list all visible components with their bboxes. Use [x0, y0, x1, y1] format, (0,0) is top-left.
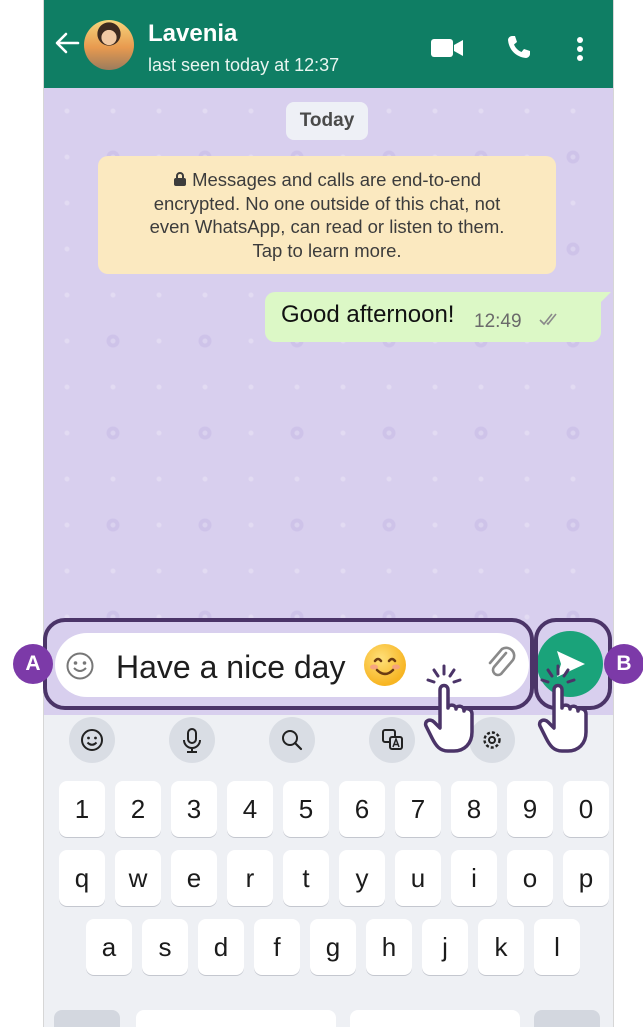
video-call-icon[interactable] [430, 38, 464, 58]
message-text: Good afternoon! [281, 301, 455, 328]
key-f[interactable]: f [254, 919, 300, 975]
key-y[interactable]: y [339, 850, 385, 906]
key-k[interactable]: k [478, 919, 524, 975]
microphone-icon [183, 728, 201, 753]
key-r[interactable]: r [227, 850, 273, 906]
search-icon [282, 730, 303, 751]
more-vert-icon[interactable] [576, 36, 584, 62]
keyboard-emoji-button[interactable] [69, 717, 115, 763]
phone-call-icon[interactable] [506, 34, 532, 60]
last-seen-status: last seen today at 12:37 [148, 55, 340, 75]
key-e[interactable]: e [171, 850, 217, 906]
chat-header: Lavenia last seen today at 12:37 [44, 0, 613, 88]
lock-icon [173, 172, 186, 186]
key-s[interactable]: s [142, 919, 188, 975]
keyboard-translate-button[interactable] [369, 717, 415, 763]
key-3[interactable]: 3 [171, 781, 217, 837]
bottom-keys-right[interactable] [350, 1010, 520, 1027]
backspace-key[interactable] [534, 1010, 600, 1027]
key-7[interactable]: 7 [395, 781, 441, 837]
message-time: 12:49 [474, 311, 522, 332]
key-0[interactable]: 0 [563, 781, 609, 837]
key-j[interactable]: j [422, 919, 468, 975]
key-i[interactable]: i [451, 850, 497, 906]
outgoing-message-bubble[interactable]: Good afternoon! 12:49 [265, 292, 611, 342]
notice-line-3: even WhatsApp, can read or listen to the… [149, 216, 505, 237]
tap-hand-icon-send [537, 664, 588, 753]
key-6[interactable]: 6 [339, 781, 385, 837]
bottom-keys-left[interactable] [136, 1010, 336, 1027]
key-o[interactable]: o [507, 850, 553, 906]
key-h[interactable]: h [366, 919, 412, 975]
key-p[interactable]: p [563, 850, 609, 906]
emoji-icon [81, 729, 103, 751]
read-ticks-icon [539, 313, 557, 326]
keyboard-voice-button[interactable] [169, 717, 215, 763]
key-1[interactable]: 1 [59, 781, 105, 837]
notice-line-2: encrypted. No one outside of this chat, … [153, 192, 501, 214]
keyboard-search-button[interactable] [269, 717, 315, 763]
key-8[interactable]: 8 [451, 781, 497, 837]
translate-icon [382, 729, 403, 750]
key-9[interactable]: 9 [507, 781, 553, 837]
key-u[interactable]: u [395, 850, 441, 906]
annotation-badge-b: B [604, 644, 643, 684]
key-w[interactable]: w [115, 850, 161, 906]
date-chip: Today [286, 102, 368, 140]
encryption-notice[interactable]: Messages and calls are end-to-end encryp… [98, 156, 556, 274]
key-a[interactable]: a [86, 919, 132, 975]
contact-name[interactable]: Lavenia [148, 20, 237, 48]
key-d[interactable]: d [198, 919, 244, 975]
annotation-badge-a: A [13, 644, 53, 684]
avatar[interactable] [84, 20, 134, 70]
key-2[interactable]: 2 [115, 781, 161, 837]
key-g[interactable]: g [310, 919, 356, 975]
key-q[interactable]: q [59, 850, 105, 906]
key-5[interactable]: 5 [283, 781, 329, 837]
key-t[interactable]: t [283, 850, 329, 906]
back-arrow-icon[interactable] [54, 30, 80, 56]
key-4[interactable]: 4 [227, 781, 273, 837]
notice-line-1: Messages and calls are end-to-end [98, 168, 556, 192]
tap-hand-icon [423, 664, 474, 753]
shift-key[interactable] [54, 1010, 120, 1027]
notice-line-4: Tap to learn more. [252, 239, 402, 261]
key-l[interactable]: l [534, 919, 580, 975]
phone-screen: Lavenia last seen today at 12:37 Today M… [43, 0, 614, 1027]
